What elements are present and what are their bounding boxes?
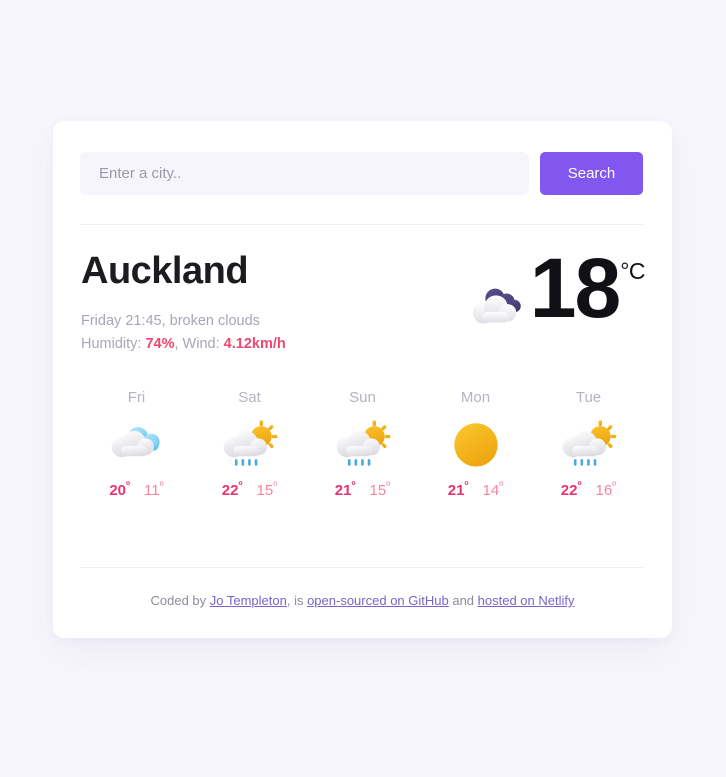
author-link[interactable]: Jo Templeton (210, 593, 287, 608)
footer-prefix: Coded by (150, 593, 210, 608)
footer-middle: , is (286, 593, 308, 608)
forecast-temp-min: 11º (144, 480, 164, 499)
forecast-temp-max: 21º (334, 480, 356, 499)
weather-card: Search Auckland Friday 21:45, broken clo… (53, 121, 672, 638)
forecast-temps: 22º 16º (561, 480, 616, 499)
forecast-day: Sat 22º 15º (193, 389, 306, 499)
forecast-day-label: Mon (460, 389, 491, 406)
search-row: Search (80, 152, 643, 195)
stats-line: Humidity: 74%, Wind: 4.12km/h (81, 333, 381, 356)
weather-app: Search Auckland Friday 21:45, broken clo… (0, 0, 726, 777)
forecast-day: Tue 22º 16º (532, 389, 645, 499)
sun-cloud-rain-icon (223, 420, 277, 466)
cloudy-icon (111, 427, 160, 458)
sun-icon (453, 423, 498, 467)
wind-value: 4.12km/h (223, 336, 286, 353)
rain-drops (347, 459, 370, 466)
forecast-temps: 21º 14º (448, 480, 503, 499)
forecast-temp-max: 21º (447, 480, 469, 499)
forecast-temp-min: 14º (482, 480, 504, 499)
forecast-day: Mon 21º 14º (419, 389, 532, 499)
forecast-temp-min: 16º (595, 480, 617, 499)
broken-clouds-icon (472, 288, 521, 324)
divider-bottom (80, 567, 645, 568)
temperature-value: 18 (529, 241, 621, 335)
sun-cloud-rain-icon (562, 420, 616, 466)
temperature-unit: °C (620, 258, 645, 284)
forecast-row: Fri 20º 11º Sat 22º 15º Sun 21º 15º Mon … (80, 389, 645, 499)
forecast-day-label: Sat (238, 389, 261, 406)
forecast-day-label: Tue (575, 389, 602, 406)
forecast-temp-max: 20º (109, 480, 131, 499)
host-link[interactable]: hosted on Netlify (478, 593, 575, 608)
forecast-temp-min: 15º (256, 480, 278, 499)
source-link[interactable]: open-sourced on GitHub (307, 593, 449, 608)
forecast-day: Sun 21º 15º (306, 389, 419, 499)
current-temperature-block: 18 °C (466, 241, 645, 339)
rain-drops (234, 459, 257, 466)
humidity-value: 74% (145, 336, 175, 353)
conditions-line: Friday 21:45, broken clouds (81, 312, 260, 329)
forecast-day-label: Sun (349, 389, 376, 406)
footer-conjunction: and (448, 593, 478, 608)
city-search-input[interactable] (80, 152, 529, 195)
footer-credits: Coded by Jo Templeton, is open-sourced o… (53, 593, 672, 608)
forecast-temps: 21º 15º (335, 480, 390, 499)
current-conditions: Auckland Friday 21:45, broken clouds Hum… (81, 250, 381, 356)
rain-drops (573, 459, 596, 466)
city-name: Auckland (81, 250, 249, 292)
forecast-temps: 22º 15º (222, 480, 277, 499)
forecast-temp-max: 22º (221, 480, 243, 499)
sun-disc (453, 423, 498, 467)
forecast-day: Fri 20º 11º (80, 389, 193, 499)
forecast-temp-max: 22º (560, 480, 582, 499)
sun-cloud-rain-icon (336, 420, 390, 466)
forecast-day-label: Fri (127, 389, 146, 406)
divider-top (80, 224, 645, 225)
stats-separator: , Wind: (174, 336, 224, 353)
forecast-temp-min: 15º (369, 480, 391, 499)
forecast-temps: 20º 11º (109, 480, 163, 499)
humidity-label: Humidity: (81, 336, 146, 353)
search-button[interactable]: Search (540, 152, 643, 195)
